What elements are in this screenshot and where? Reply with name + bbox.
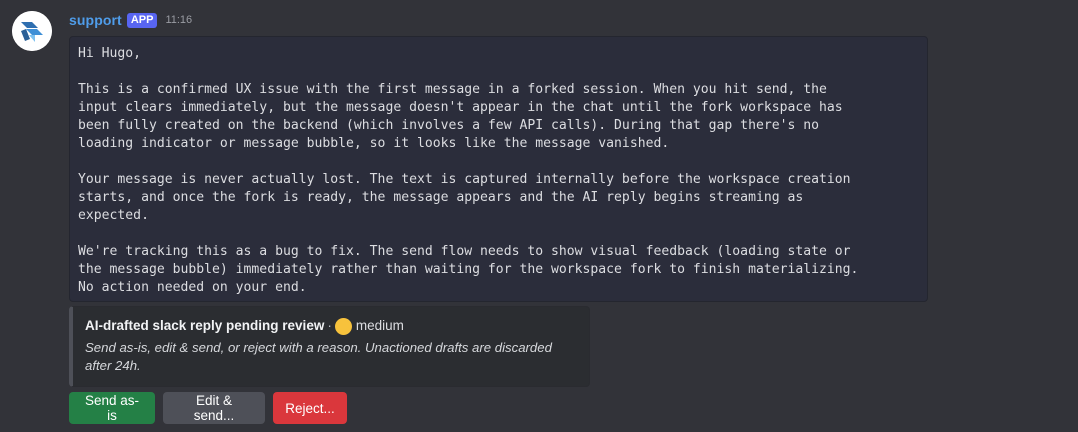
severity-label: medium xyxy=(355,318,404,333)
embed-title-row: AI-drafted slack reply pending review · … xyxy=(85,317,577,335)
username[interactable]: support xyxy=(69,12,122,28)
yellow-circle-icon xyxy=(334,317,352,335)
reject-button[interactable]: Reject... xyxy=(273,392,347,424)
app-badge: APP xyxy=(126,12,158,28)
support-bot-logo-icon[interactable] xyxy=(12,11,52,51)
chat-message: support APP 11:16 Hi Hugo, This is a con… xyxy=(0,0,1078,432)
embed-title: AI-drafted slack reply pending review xyxy=(85,318,325,333)
edit-and-send-button[interactable]: Edit & send... xyxy=(163,392,265,424)
embed-description: Send as-is, edit & send, or reject with … xyxy=(85,340,552,373)
message-body: Hi Hugo, This is a confirmed UX issue wi… xyxy=(78,46,859,295)
code-block: Hi Hugo, This is a confirmed UX issue wi… xyxy=(69,36,928,302)
embed-separator: · xyxy=(327,318,332,333)
action-buttons: Send as-is Edit & send... Reject... xyxy=(69,392,347,424)
send-as-is-button[interactable]: Send as-is xyxy=(69,392,155,424)
message-header: support APP 11:16 xyxy=(69,10,192,30)
review-embed: AI-drafted slack reply pending review · … xyxy=(69,306,590,387)
timestamp[interactable]: 11:16 xyxy=(165,14,192,26)
